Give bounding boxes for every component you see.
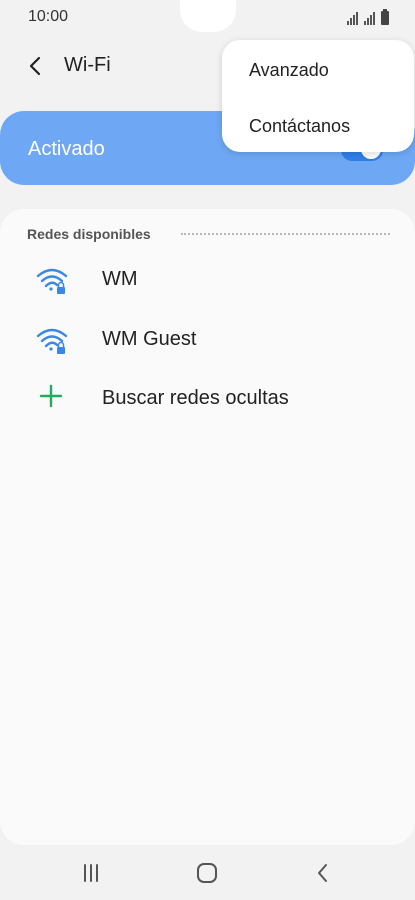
back-nav-icon[interactable] (309, 859, 337, 887)
network-item[interactable]: WM (0, 254, 415, 306)
overflow-menu: Avanzado Contáctanos (222, 40, 414, 152)
home-icon[interactable] (193, 859, 221, 887)
network-label: WM (102, 268, 138, 290)
section-divider (181, 233, 390, 235)
recent-apps-icon[interactable] (77, 859, 105, 887)
wifi-toggle-label: Activado (28, 138, 105, 160)
navigation-bar (0, 845, 415, 900)
signal-icon (364, 12, 375, 25)
wifi-lock-icon (36, 268, 68, 294)
section-title: Redes disponibles (27, 226, 151, 242)
status-time: 10:00 (28, 8, 69, 25)
status-icons (347, 9, 389, 25)
menu-item-contact[interactable]: Contáctanos (249, 116, 350, 137)
menu-item-advanced[interactable]: Avanzado (249, 60, 329, 81)
plus-icon (39, 384, 63, 408)
phone-screen: 10:00 Wi-Fi Activado Redes disponibles W… (0, 0, 415, 900)
network-item[interactable]: WM Guest (0, 314, 415, 366)
network-label: WM Guest (102, 328, 197, 350)
camera-notch (180, 0, 236, 32)
add-hidden-label: Buscar redes ocultas (102, 387, 289, 409)
battery-icon (381, 9, 389, 25)
add-hidden-network[interactable]: Buscar redes ocultas (0, 373, 415, 425)
page-title: Wi-Fi (64, 54, 111, 76)
wifi-lock-icon (36, 328, 68, 354)
signal-icon (347, 12, 358, 25)
back-icon[interactable] (24, 54, 48, 78)
